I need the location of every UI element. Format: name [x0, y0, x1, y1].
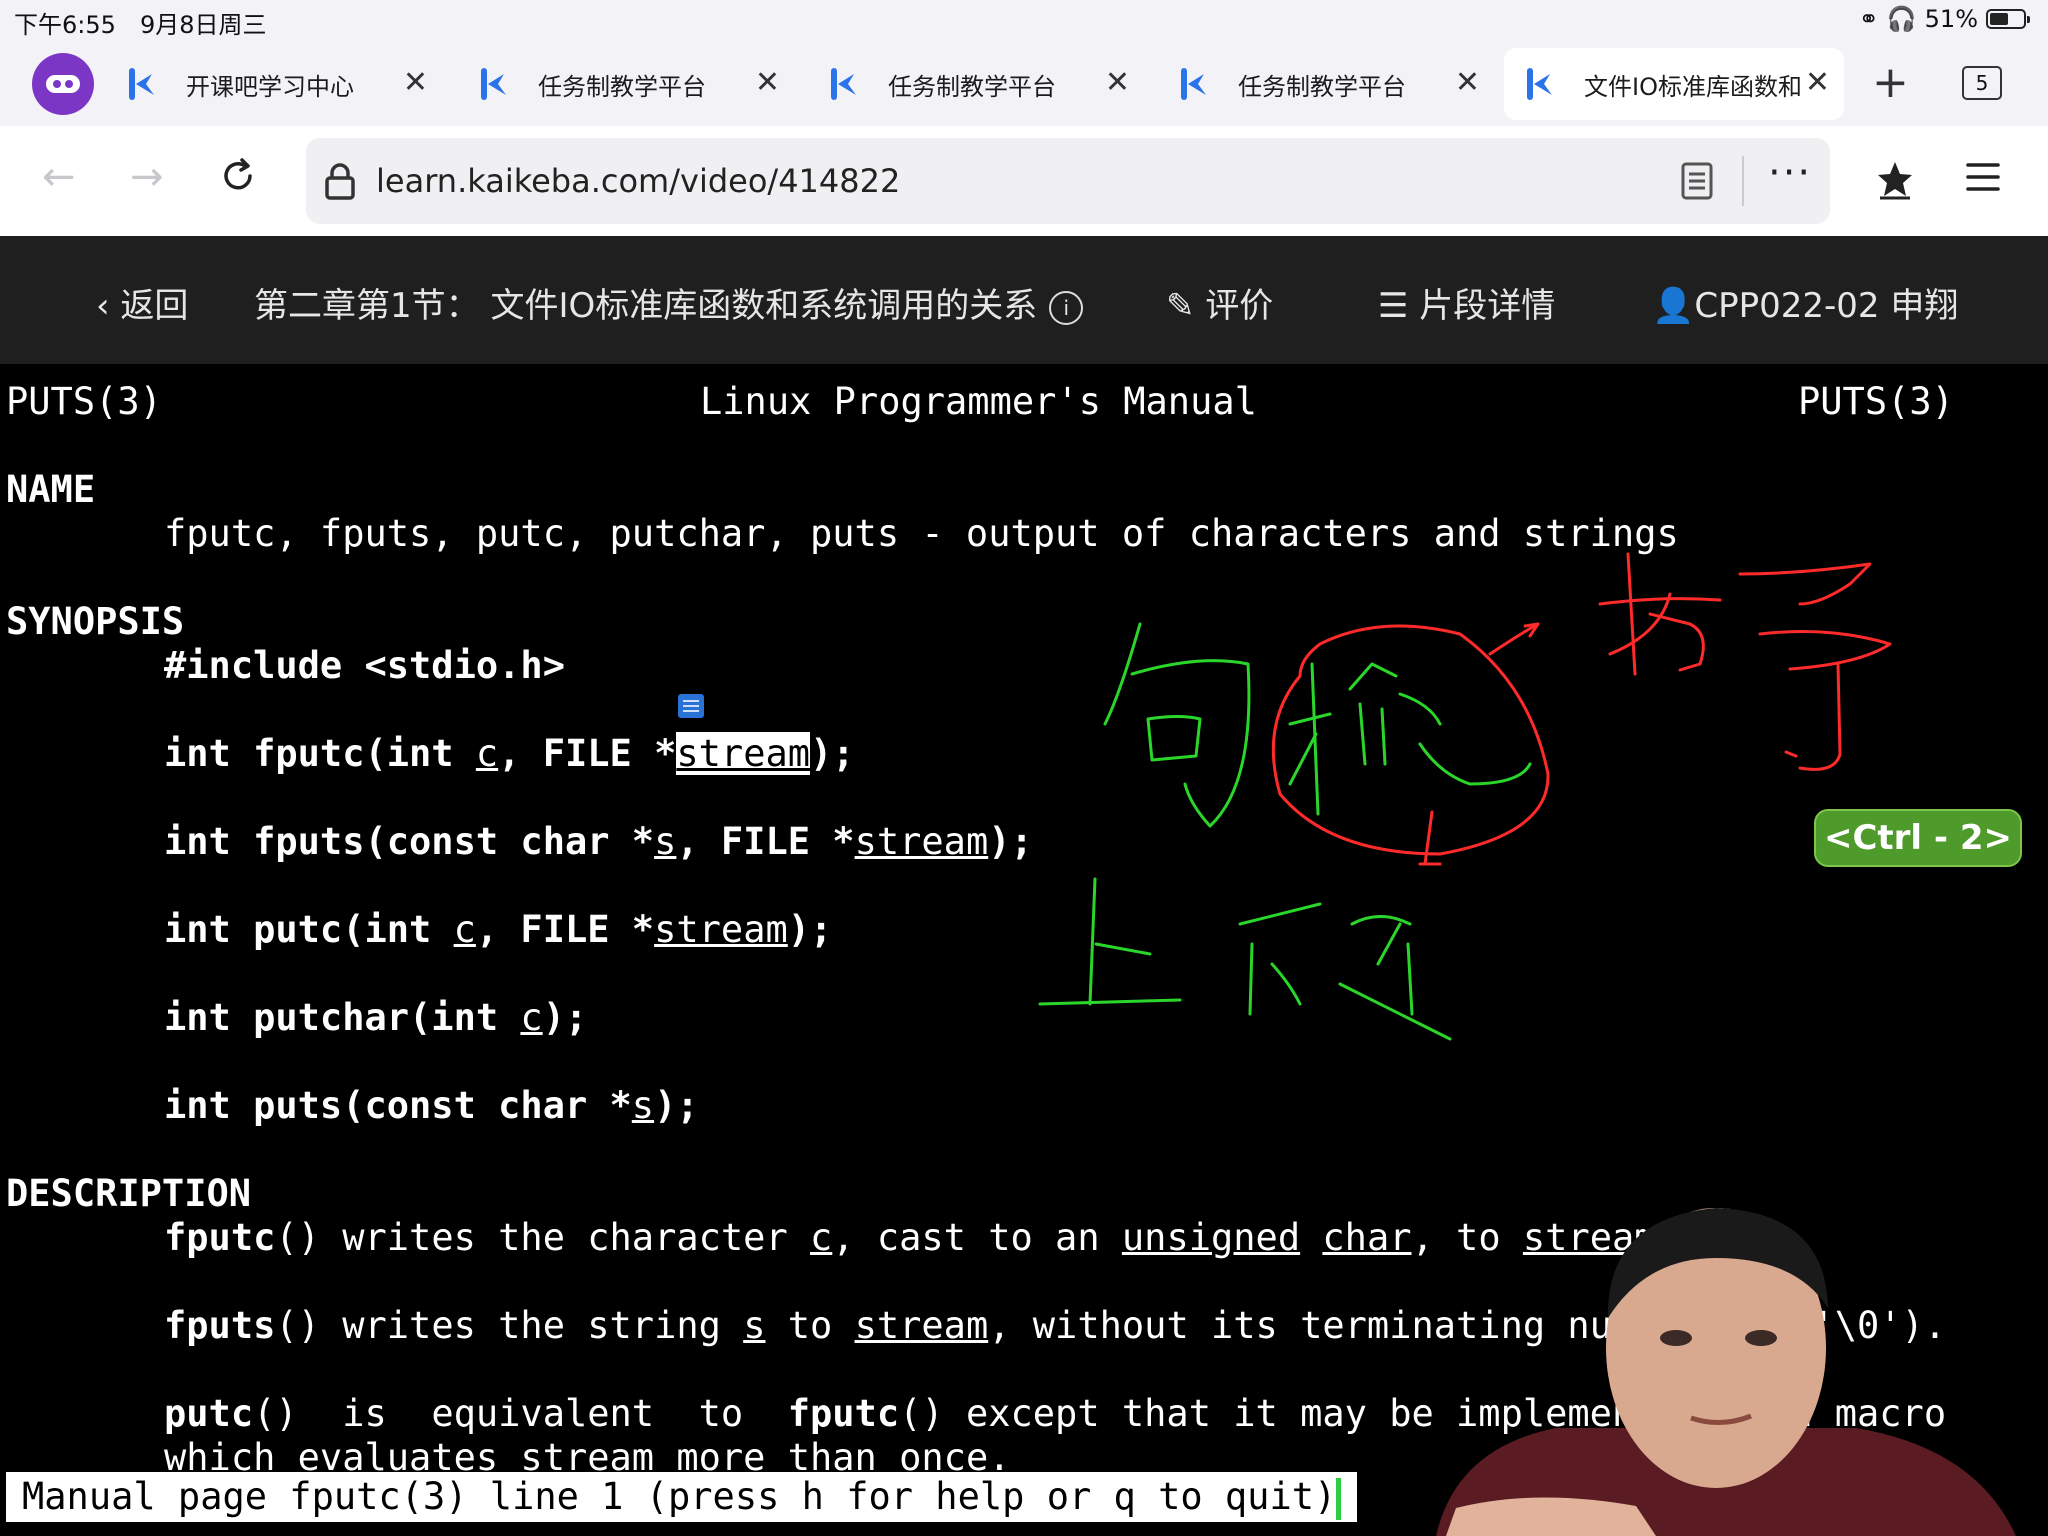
battery-percent: 51% — [1924, 5, 1978, 33]
plus-icon[interactable]: + — [1872, 58, 1909, 108]
kaikeba-tab-icon — [1178, 67, 1212, 101]
more-options-icon[interactable]: ··· — [1768, 150, 1812, 196]
tab-task-platform-2[interactable]: 任务制教学平台 ✕ — [808, 48, 1148, 120]
list-icon: ☰ — [1378, 286, 1420, 326]
back-button[interactable]: ‹ 返回 — [96, 278, 188, 327]
tab-label: 开课吧学习中心 — [186, 72, 354, 101]
tab-label: 任务制教学平台 — [1238, 72, 1406, 101]
tab-label: 任务制教学平台 — [888, 72, 1056, 101]
tab-bar: 开课吧学习中心 ✕ 任务制教学平台 ✕ 任务制教学平台 ✕ 任务制教学平台 ✕ … — [0, 40, 2048, 126]
user-badge[interactable]: 👤CPP022-02 申翔 — [1652, 278, 1958, 327]
lock-icon — [325, 163, 355, 200]
kaikeba-logo[interactable] — [32, 53, 94, 115]
url-text[interactable]: learn.kaikeba.com/video/414822 — [376, 162, 900, 200]
shortcut-badge: <Ctrl - 2> — [1814, 809, 2022, 867]
course-title: 第二章第1节： 文件IO标准库函数和系统调用的关系 i — [254, 278, 1084, 327]
kaikeba-tab-icon — [478, 67, 512, 101]
terminal-video[interactable]: PUTS(3) Linux Programmer's Manual PUTS(3… — [0, 364, 2048, 1536]
battery-icon — [1986, 9, 2030, 29]
kaikeba-tab-icon — [1524, 67, 1558, 101]
reload-icon[interactable] — [218, 156, 258, 196]
tab-task-platform-1[interactable]: 任务制教学平台 ✕ — [458, 48, 798, 120]
instructor-webcam — [1436, 1208, 2016, 1536]
star-icon[interactable] — [1876, 160, 1914, 200]
segments-button[interactable]: ☰ 片段详情 — [1378, 278, 1555, 327]
tab-kaikeba-center[interactable]: 开课吧学习中心 ✕ — [106, 48, 446, 120]
forward-arrow-icon[interactable]: → — [130, 154, 164, 200]
kaikeba-tab-icon — [828, 67, 862, 101]
user-icon: 👤 — [1652, 286, 1695, 326]
menu-icon[interactable] — [1966, 162, 2000, 192]
edit-icon: ✎ — [1166, 286, 1206, 326]
status-bar: 下午6:55 9月8日周三 ⚭ 🎧 51% — [0, 0, 2048, 40]
reader-icon[interactable] — [1680, 162, 1714, 200]
address-toolbar: ← → learn.kaikeba.com/video/414822 ··· — [0, 126, 2048, 237]
tab-label: 文件IO标准库函数和 — [1584, 72, 1802, 101]
tab-count-button[interactable]: 5 — [1962, 66, 2002, 100]
address-bar[interactable]: learn.kaikeba.com/video/414822 ··· — [306, 138, 1830, 224]
rate-button[interactable]: ✎ 评价 — [1166, 278, 1273, 327]
info-icon[interactable]: i — [1049, 290, 1084, 325]
close-icon[interactable]: ✕ — [1455, 65, 1480, 101]
status-date: 9月8日周三 — [140, 11, 267, 39]
tab-label: 任务制教学平台 — [538, 72, 706, 101]
close-icon[interactable]: ✕ — [1805, 65, 1830, 101]
status-time: 下午6:55 — [14, 11, 116, 39]
tab-file-io[interactable]: 文件IO标准库函数和 ✕ — [1504, 48, 1844, 120]
close-icon[interactable]: ✕ — [755, 65, 780, 101]
course-header: ‹ 返回 第二章第1节： 文件IO标准库函数和系统调用的关系 i ✎ 评价 ☰ 片… — [0, 236, 2048, 364]
chevron-left-icon: ‹ — [96, 286, 121, 326]
tab-task-platform-3[interactable]: 任务制教学平台 ✕ — [1158, 48, 1498, 120]
kaikeba-tab-icon — [126, 67, 160, 101]
close-icon[interactable]: ✕ — [1105, 65, 1130, 101]
close-icon[interactable]: ✕ — [403, 65, 428, 101]
back-arrow-icon[interactable]: ← — [42, 154, 76, 200]
headphones-icon: 🎧 — [1886, 5, 1917, 33]
link-icon: ⚭ — [1858, 5, 1879, 33]
toolbar-divider — [1742, 156, 1744, 206]
